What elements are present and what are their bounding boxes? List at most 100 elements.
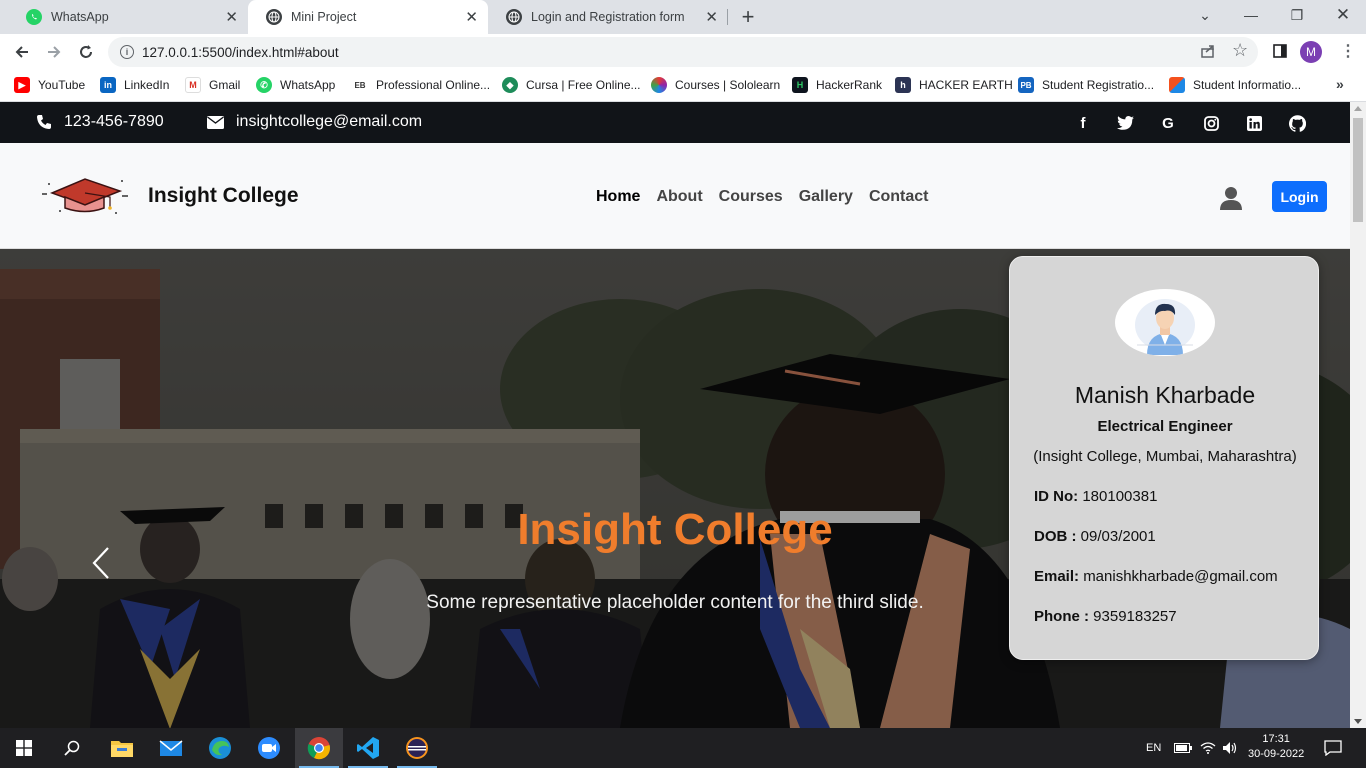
scroll-down-icon[interactable]: [1354, 719, 1362, 724]
address-bar[interactable]: i 127.0.0.1:5500/index.html#about: [108, 37, 1258, 67]
tab-search-icon[interactable]: ⌄: [1182, 0, 1228, 30]
bookmark-professional-online[interactable]: EB Professional Online...: [352, 77, 490, 93]
linkedin-icon[interactable]: [1245, 114, 1263, 132]
profile-avatar[interactable]: M: [1300, 41, 1322, 63]
chrome-icon[interactable]: [295, 728, 343, 768]
eclipse-icon[interactable]: [393, 728, 441, 768]
new-tab-button[interactable]: +: [737, 4, 759, 30]
close-tab-icon[interactable]: ✕: [465, 8, 478, 26]
profile-name: Manish Kharbade: [1074, 382, 1256, 408]
profile-avatar-illustration: [1115, 289, 1215, 356]
back-button[interactable]: [10, 40, 34, 64]
user-icon[interactable]: [1219, 186, 1243, 217]
bookmark-cursa[interactable]: ◆ Cursa | Free Online...: [502, 77, 641, 93]
bookmark-label: YouTube: [38, 78, 86, 92]
profile-role: Electrical Engineer: [1097, 418, 1233, 435]
battery-icon[interactable]: [1174, 728, 1192, 768]
bookmark-whatsapp[interactable]: ✆ WhatsApp: [256, 77, 335, 93]
bookmark-gmail[interactable]: M Gmail: [185, 77, 240, 93]
login-button[interactable]: Login: [1272, 181, 1327, 212]
google-icon[interactable]: G: [1159, 114, 1177, 132]
volume-icon[interactable]: [1222, 728, 1238, 768]
clock-time: 17:31: [1262, 733, 1290, 745]
close-tab-icon[interactable]: ✕: [225, 8, 238, 26]
globe-icon: [506, 9, 522, 25]
bookmark-student-registration[interactable]: PB Student Registratio...: [1018, 77, 1154, 93]
phone-icon: [37, 115, 51, 129]
facebook-icon[interactable]: f: [1074, 114, 1092, 132]
bookmark-star-icon[interactable]: ☆: [1232, 40, 1248, 61]
file-explorer-icon[interactable]: [98, 728, 146, 768]
mail-icon[interactable]: [147, 728, 195, 768]
menu-kebab-icon[interactable]: ⋮: [1340, 41, 1356, 61]
profile-email-row: Email: manishkharbade@gmail.com: [1034, 568, 1278, 585]
close-tab-icon[interactable]: ✕: [705, 8, 718, 26]
bookmark-label: Gmail: [209, 78, 241, 92]
nav-about[interactable]: About: [656, 188, 702, 206]
whatsapp-icon: ✆: [256, 77, 272, 93]
vscode-icon[interactable]: [344, 728, 392, 768]
nav-contact[interactable]: Contact: [869, 188, 929, 206]
side-panel-icon[interactable]: [1272, 43, 1288, 63]
system-clock[interactable]: 17:31 30-09-2022: [1248, 732, 1304, 762]
bookmark-label: HACKER EARTH: [919, 78, 1013, 92]
minimize-button[interactable]: —: [1228, 0, 1274, 30]
browser-tab-strip: WhatsApp ✕ Mini Project ✕ Login and Regi…: [0, 0, 1366, 34]
profile-dob-value: 09/03/2001: [1080, 528, 1156, 545]
clock-date: 30-09-2022: [1248, 748, 1305, 760]
profile-email-value: manishkharbade@gmail.com: [1083, 568, 1278, 585]
bookmark-student-information[interactable]: Student Informatio...: [1169, 77, 1301, 93]
brand-name[interactable]: Insight College: [148, 184, 299, 208]
github-icon[interactable]: [1288, 114, 1306, 132]
tab-login-registration[interactable]: Login and Registration form ✕: [488, 0, 728, 34]
gmail-icon: M: [185, 77, 201, 93]
share-icon[interactable]: [1200, 43, 1216, 63]
nav-gallery[interactable]: Gallery: [799, 188, 853, 206]
bookmark-youtube[interactable]: ▶ YouTube: [14, 77, 85, 93]
page-scrollbar[interactable]: [1350, 102, 1366, 728]
search-icon[interactable]: [48, 728, 96, 768]
restore-button[interactable]: ❐: [1274, 0, 1320, 30]
close-window-button[interactable]: ✕: [1320, 0, 1366, 30]
windows-taskbar: EN 17:31 30-09-2022: [0, 728, 1366, 768]
windows-start-icon[interactable]: [0, 728, 48, 768]
tab-separator: [727, 9, 728, 25]
reload-button[interactable]: [74, 40, 98, 64]
bookmark-label: Student Informatio...: [1193, 78, 1302, 92]
bookmark-label: HackerRank: [816, 78, 883, 92]
nav-home[interactable]: Home: [596, 188, 640, 206]
url-text: 127.0.0.1:5500/index.html#about: [142, 44, 339, 60]
zoom-icon[interactable]: [245, 728, 293, 768]
cursa-icon: ◆: [502, 77, 518, 93]
profile-card: Manish Kharbade Electrical Engineer (Ins…: [1009, 256, 1319, 660]
wifi-icon[interactable]: [1200, 728, 1216, 768]
sololearn-icon: [651, 77, 667, 93]
profile-phone-row: Phone : 9359183257: [1034, 608, 1177, 625]
twitter-icon[interactable]: [1116, 114, 1134, 132]
tab-title: Login and Registration form: [531, 10, 685, 24]
input-language[interactable]: EN: [1146, 728, 1161, 768]
notifications-icon[interactable]: [1324, 728, 1342, 768]
tab-whatsapp[interactable]: WhatsApp ✕: [8, 0, 248, 34]
profile-id-row: ID No: 180100381: [1034, 488, 1157, 505]
pb-icon: PB: [1018, 77, 1034, 93]
bookmark-hackerearth[interactable]: h HACKER EARTH: [895, 77, 1013, 93]
forward-button[interactable]: [42, 40, 66, 64]
site-info-icon[interactable]: i: [120, 45, 134, 59]
scrollbar-thumb[interactable]: [1353, 118, 1363, 222]
bookmark-sololearn[interactable]: Courses | Sololearn: [651, 77, 780, 93]
bookmark-label: Courses | Sololearn: [675, 78, 781, 92]
bookmarks-bar: ▶ YouTube in LinkedIn M Gmail ✆ WhatsApp…: [0, 70, 1366, 102]
nav-courses[interactable]: Courses: [719, 188, 783, 206]
scroll-up-icon[interactable]: [1354, 106, 1362, 111]
linkedin-icon: in: [100, 77, 116, 93]
bookmark-label: Student Registratio...: [1042, 78, 1155, 92]
instagram-icon[interactable]: [1202, 114, 1220, 132]
student-info-icon: [1169, 77, 1185, 93]
edge-icon[interactable]: [196, 728, 244, 768]
bookmark-linkedin[interactable]: in LinkedIn: [100, 77, 169, 93]
graduation-cap-logo[interactable]: [40, 173, 130, 224]
more-bookmarks-icon[interactable]: »: [1336, 76, 1344, 92]
bookmark-hackerrank[interactable]: H HackerRank: [792, 77, 882, 93]
tab-mini-project[interactable]: Mini Project ✕: [248, 0, 488, 34]
